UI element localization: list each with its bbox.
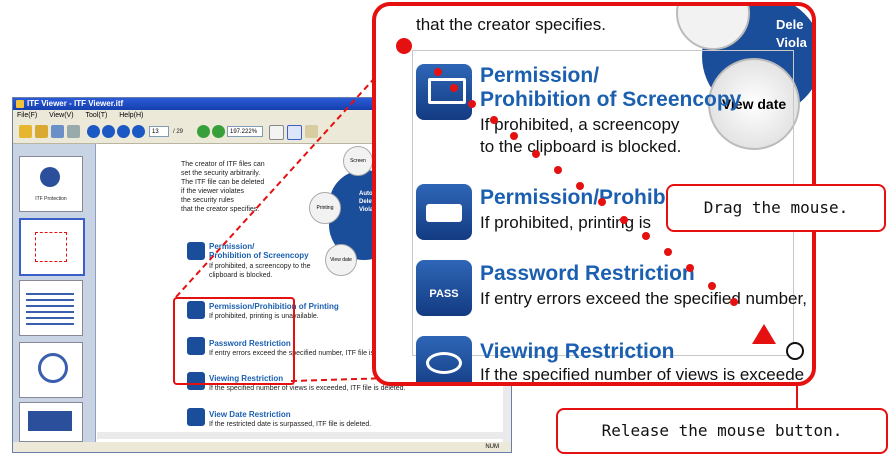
title-line: Permission/ (480, 64, 600, 87)
drag-path-dot (434, 68, 442, 76)
wheel-delete: Dele (776, 17, 804, 32)
title-line: Prohibition of Screencopy (480, 88, 742, 111)
zoom-item4-title: Viewing Restriction (480, 340, 675, 363)
release-callout: Release the mouse button. (556, 408, 888, 454)
zoom-wheel-labels: Dele Viola (776, 16, 807, 52)
text-line: to the clipboard is blocked. (480, 137, 682, 156)
drag-path-dot (686, 264, 694, 272)
eye-icon (416, 336, 472, 382)
zoom-top-text: that the creator specifies. (416, 15, 606, 34)
zoom-item4-text: If the specified number of views is exce… (480, 365, 805, 384)
printer-icon (416, 184, 472, 240)
pass-label: PASS (429, 288, 459, 300)
drag-path-dot (576, 182, 584, 190)
drag-path-dot (490, 116, 498, 124)
zoom-item1-title: Permission/ Prohibition of Screencopy (480, 64, 741, 112)
zoom-item2-title: Permission/Prohibiti (480, 186, 685, 209)
drag-end-arrow (752, 324, 776, 344)
drag-path-dot (620, 216, 628, 224)
drag-start-dot (396, 38, 412, 54)
drag-path-dot (468, 100, 476, 108)
drag-path-dot (708, 282, 716, 290)
zoom-item3-text: If entry errors exceed the specified num… (480, 289, 816, 308)
drag-path-dot (664, 248, 672, 256)
eye-shape (426, 352, 462, 374)
drag-path-dot (450, 84, 458, 92)
zoom-item3-title: Password Restriction (480, 262, 695, 285)
drag-path-dot (642, 232, 650, 240)
drag-path-dot (598, 198, 606, 206)
monitor-shape (428, 78, 466, 104)
drag-path-dot (532, 150, 540, 158)
drag-path-dot (510, 132, 518, 140)
zoom-cursor-icon (786, 342, 804, 360)
lock-icon: PASS (416, 260, 472, 316)
drag-callout: Drag the mouse. (666, 184, 886, 232)
connector-line-top (175, 49, 401, 298)
printer-shape (426, 204, 462, 222)
screencopy-icon (416, 64, 472, 120)
drag-path-dot (730, 298, 738, 306)
drag-path-dot (554, 166, 562, 174)
